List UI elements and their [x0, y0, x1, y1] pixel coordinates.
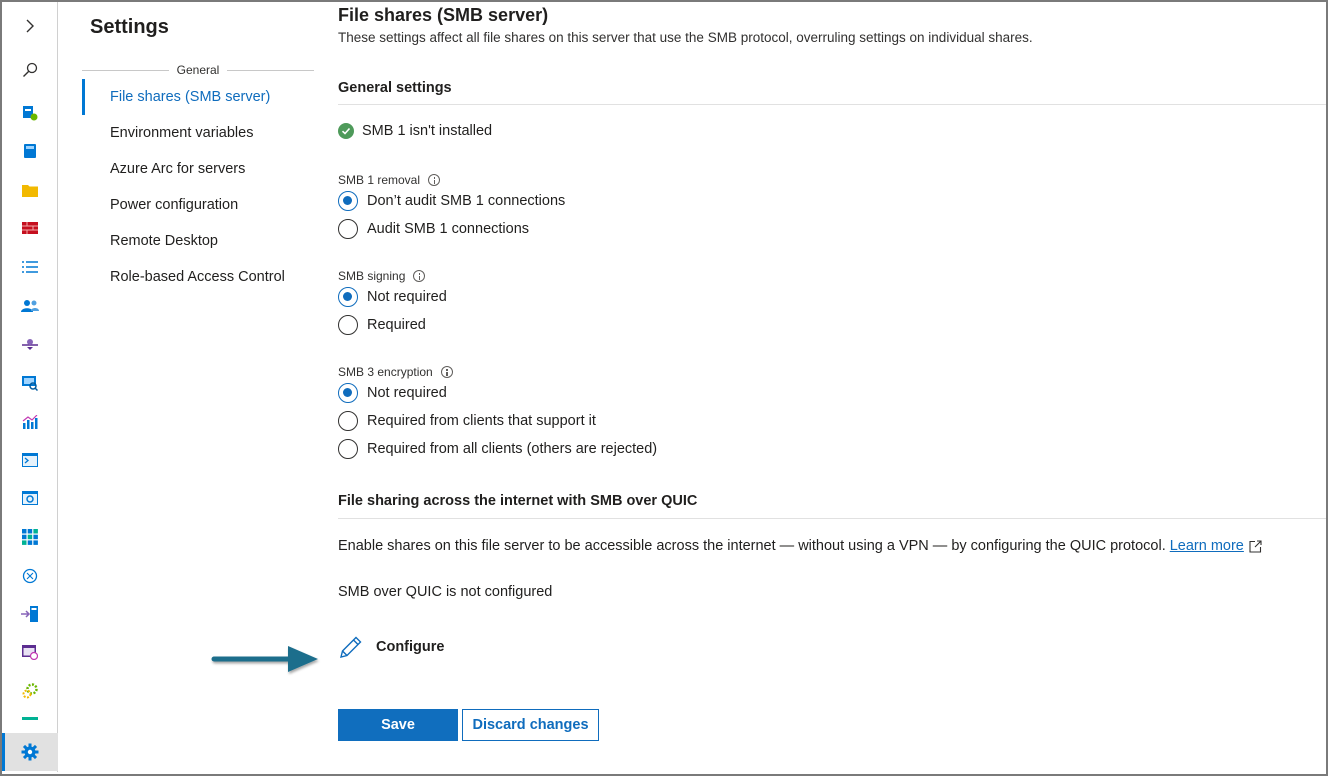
services-icon[interactable] [2, 480, 58, 516]
general-settings-heading: General settings [338, 80, 452, 96]
performance-icon[interactable] [2, 404, 58, 440]
pencil-icon [340, 636, 362, 658]
nav-item-azure-arc[interactable]: Azure Arc for servers [82, 151, 314, 187]
radio-button[interactable] [338, 439, 358, 459]
folder-icon[interactable] [2, 172, 58, 208]
smb-signing-label-text: SMB signing [338, 269, 406, 283]
radio-signing-not-required[interactable]: Not required [338, 285, 447, 309]
radio-label: Not required [367, 385, 447, 401]
quic-description: Enable shares on this file server to be … [338, 538, 1262, 554]
nav-item-remote-desktop[interactable]: Remote Desktop [82, 223, 314, 259]
configure-label: Configure [376, 639, 445, 655]
radio-encryption-all-clients[interactable]: Required from all clients (others are re… [338, 437, 657, 461]
radio-label: Required from clients that support it [367, 413, 596, 429]
smb3-encryption-label: SMB 3 encryption [338, 365, 453, 379]
nav-group-label: General [176, 63, 220, 77]
tool-rail [2, 2, 58, 772]
radio-button[interactable] [338, 383, 358, 403]
search-icon[interactable] [2, 52, 58, 88]
apps-grid-icon[interactable] [2, 519, 58, 555]
radio-label: Audit SMB 1 connections [367, 221, 530, 237]
info-icon[interactable] [413, 270, 426, 282]
smb-signing-label: SMB signing [338, 269, 426, 283]
discard-changes-button[interactable]: Discard changes [462, 709, 599, 741]
radio-dont-audit-smb1[interactable]: Don’t audit SMB 1 connections [338, 189, 565, 213]
nav-item-power-configuration[interactable]: Power configuration [82, 187, 314, 223]
learn-more-link[interactable]: Learn more [1170, 538, 1244, 554]
section-divider [338, 104, 1326, 105]
radio-label: Not required [367, 289, 447, 305]
server-manager-icon[interactable] [2, 95, 58, 131]
powershell-icon[interactable] [2, 442, 58, 478]
quic-description-text: Enable shares on this file server to be … [338, 538, 1166, 554]
radio-encryption-not-required[interactable]: Not required [338, 381, 447, 405]
smb1-removal-label-text: SMB 1 removal [338, 173, 421, 187]
list-icon[interactable] [2, 249, 58, 285]
radio-label: Don’t audit SMB 1 connections [367, 193, 566, 209]
nav-group-general: General [82, 62, 315, 78]
page-description: These settings affect all file shares on… [338, 30, 1033, 45]
radio-button[interactable] [338, 287, 358, 307]
smb1-removal-label: SMB 1 removal [338, 173, 441, 187]
radio-button[interactable] [338, 315, 358, 335]
checkmark-icon [338, 123, 354, 139]
external-link-icon[interactable] [1249, 539, 1262, 553]
radio-encryption-supporting-clients[interactable]: Required from clients that support it [338, 409, 596, 433]
smb3-encryption-label-text: SMB 3 encryption [338, 365, 433, 379]
radio-button[interactable] [338, 411, 358, 431]
smb1-status-text: SMB 1 isn't installed [362, 123, 493, 139]
info-icon[interactable] [428, 174, 441, 186]
settings-gear-icon[interactable] [2, 733, 58, 771]
book-icon[interactable] [2, 133, 58, 169]
save-button[interactable]: Save [338, 709, 458, 741]
scheduled-tasks-icon[interactable] [2, 634, 58, 670]
nav-group-divider [227, 69, 315, 71]
radio-button[interactable] [338, 191, 358, 211]
smb1-status: SMB 1 isn't installed [338, 123, 492, 139]
partial-item-icon[interactable] [2, 710, 58, 730]
roles-features-icon[interactable] [2, 673, 58, 709]
nav-item-rbac[interactable]: Role-based Access Control [82, 259, 314, 295]
page-title: File shares (SMB server) [338, 5, 549, 25]
network-icon[interactable] [2, 326, 58, 362]
storage-migration-icon[interactable] [2, 596, 58, 632]
users-icon[interactable] [2, 288, 58, 324]
expand-chevron-icon[interactable] [2, 8, 58, 44]
section-divider [338, 518, 1326, 519]
radio-label: Required from all clients (others are re… [367, 441, 658, 457]
nav-item-environment-variables[interactable]: Environment variables [82, 115, 314, 151]
radio-label: Required [367, 317, 426, 333]
radio-audit-smb1[interactable]: Audit SMB 1 connections [338, 217, 529, 241]
nav-item-file-shares[interactable]: File shares (SMB server) [82, 79, 314, 115]
callout-arrow-icon [211, 646, 318, 672]
configure-button[interactable]: Configure [338, 634, 444, 660]
radio-signing-required[interactable]: Required [338, 313, 426, 337]
quic-status: SMB over QUIC is not configured [338, 584, 553, 600]
remote-desktop-icon[interactable] [2, 365, 58, 401]
updates-icon[interactable] [2, 558, 58, 594]
radio-button[interactable] [338, 219, 358, 239]
quic-heading: File sharing across the internet with SM… [338, 493, 698, 509]
info-icon[interactable] [440, 366, 453, 378]
firewall-icon[interactable] [2, 210, 58, 246]
nav-group-divider [82, 69, 169, 71]
settings-title: Settings [90, 16, 169, 38]
